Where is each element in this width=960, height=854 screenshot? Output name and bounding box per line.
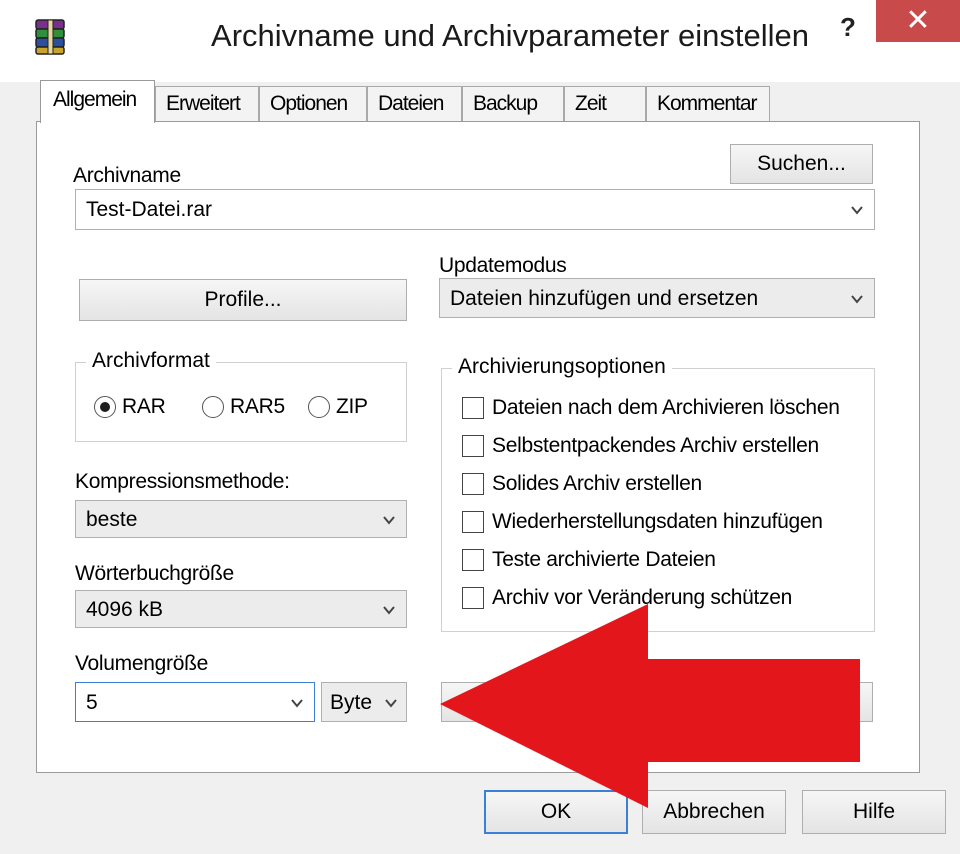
archive-name-label: Archivname bbox=[73, 164, 181, 187]
tab-kommentar[interactable]: Kommentar bbox=[646, 86, 770, 122]
tab-backup[interactable]: Backup bbox=[462, 86, 564, 122]
tab-zeit[interactable]: Zeit bbox=[564, 86, 646, 122]
checkbox-sfx-label[interactable]: Selbstentpackendes Archiv erstellen bbox=[492, 434, 819, 458]
checkbox-sfx[interactable] bbox=[462, 435, 484, 457]
close-button[interactable]: ✕ bbox=[876, 0, 960, 42]
dictionary-select[interactable]: 4096 kB bbox=[75, 590, 407, 628]
window-title: Archivname und Archivparameter einstelle… bbox=[211, 18, 809, 53]
checkbox-recovery[interactable] bbox=[462, 511, 484, 533]
volume-size-input[interactable]: 5 bbox=[75, 682, 315, 722]
chevron-down-icon[interactable] bbox=[850, 203, 864, 217]
radio-zip-label[interactable]: ZIP bbox=[336, 395, 368, 419]
volume-unit-value: Byte bbox=[330, 691, 373, 714]
update-mode-value: Dateien hinzufügen und ersetzen bbox=[450, 287, 759, 310]
archiving-options-group: Archivierungsoptionen Dateien nach dem A… bbox=[441, 355, 875, 632]
chevron-down-icon[interactable] bbox=[290, 696, 304, 710]
archive-name-combo[interactable]: Test-Datei.rar bbox=[75, 189, 875, 230]
title-bar: Archivname und Archivparameter einstelle… bbox=[0, 0, 960, 82]
radio-rar-label[interactable]: RAR bbox=[122, 395, 166, 419]
radio-zip[interactable] bbox=[308, 396, 330, 418]
compression-label: Kompressionsmethode: bbox=[75, 470, 290, 493]
radio-rar[interactable] bbox=[94, 396, 116, 418]
tab-erweitert[interactable]: Erweitert bbox=[155, 86, 259, 122]
checkbox-solid[interactable] bbox=[462, 473, 484, 495]
winrar-app-icon bbox=[35, 19, 65, 55]
red-arrow-annotation bbox=[440, 604, 860, 808]
tab-optionen[interactable]: Optionen bbox=[259, 86, 367, 122]
compression-value: beste bbox=[86, 508, 138, 531]
help-title-button[interactable]: ? bbox=[826, 8, 870, 52]
chevron-down-icon[interactable] bbox=[382, 513, 396, 527]
update-mode-label: Updatemodus bbox=[439, 254, 567, 277]
checkbox-delete-after-label[interactable]: Dateien nach dem Archivieren löschen bbox=[492, 396, 840, 420]
tab-allgemein[interactable]: Allgemein bbox=[40, 80, 155, 123]
update-mode-select[interactable]: Dateien hinzufügen und ersetzen bbox=[439, 278, 875, 318]
profiles-button[interactable]: Profile... bbox=[79, 279, 407, 321]
radio-rar5[interactable] bbox=[202, 396, 224, 418]
archive-name-value: Test-Datei.rar bbox=[86, 198, 213, 221]
radio-rar5-label[interactable]: RAR5 bbox=[230, 395, 285, 419]
chevron-down-icon[interactable] bbox=[850, 292, 864, 306]
archive-format-group: Archivformat RAR RAR5 ZIP bbox=[75, 349, 407, 442]
checkbox-test-label[interactable]: Teste archivierte Dateien bbox=[492, 548, 716, 572]
dictionary-label: Wörterbuchgröße bbox=[75, 562, 234, 585]
browse-button[interactable]: Suchen... bbox=[730, 144, 873, 184]
archiving-options-title: Archivierungsoptionen bbox=[452, 355, 672, 379]
checkbox-solid-label[interactable]: Solides Archiv erstellen bbox=[492, 472, 702, 496]
archive-format-title: Archivformat bbox=[86, 349, 216, 373]
chevron-down-icon[interactable] bbox=[382, 603, 396, 617]
dictionary-value: 4096 kB bbox=[86, 598, 164, 621]
tab-dateien[interactable]: Dateien bbox=[367, 86, 462, 122]
volume-size-value: 5 bbox=[86, 691, 98, 714]
chevron-down-icon[interactable] bbox=[384, 696, 398, 710]
checkbox-recovery-label[interactable]: Wiederherstellungsdaten hinzufügen bbox=[492, 510, 823, 534]
checkbox-test[interactable] bbox=[462, 549, 484, 571]
volume-size-label: Volumengröße bbox=[75, 652, 208, 675]
compression-select[interactable]: beste bbox=[75, 500, 407, 538]
checkbox-delete-after[interactable] bbox=[462, 397, 484, 419]
volume-unit-select[interactable]: Byte bbox=[321, 682, 407, 722]
